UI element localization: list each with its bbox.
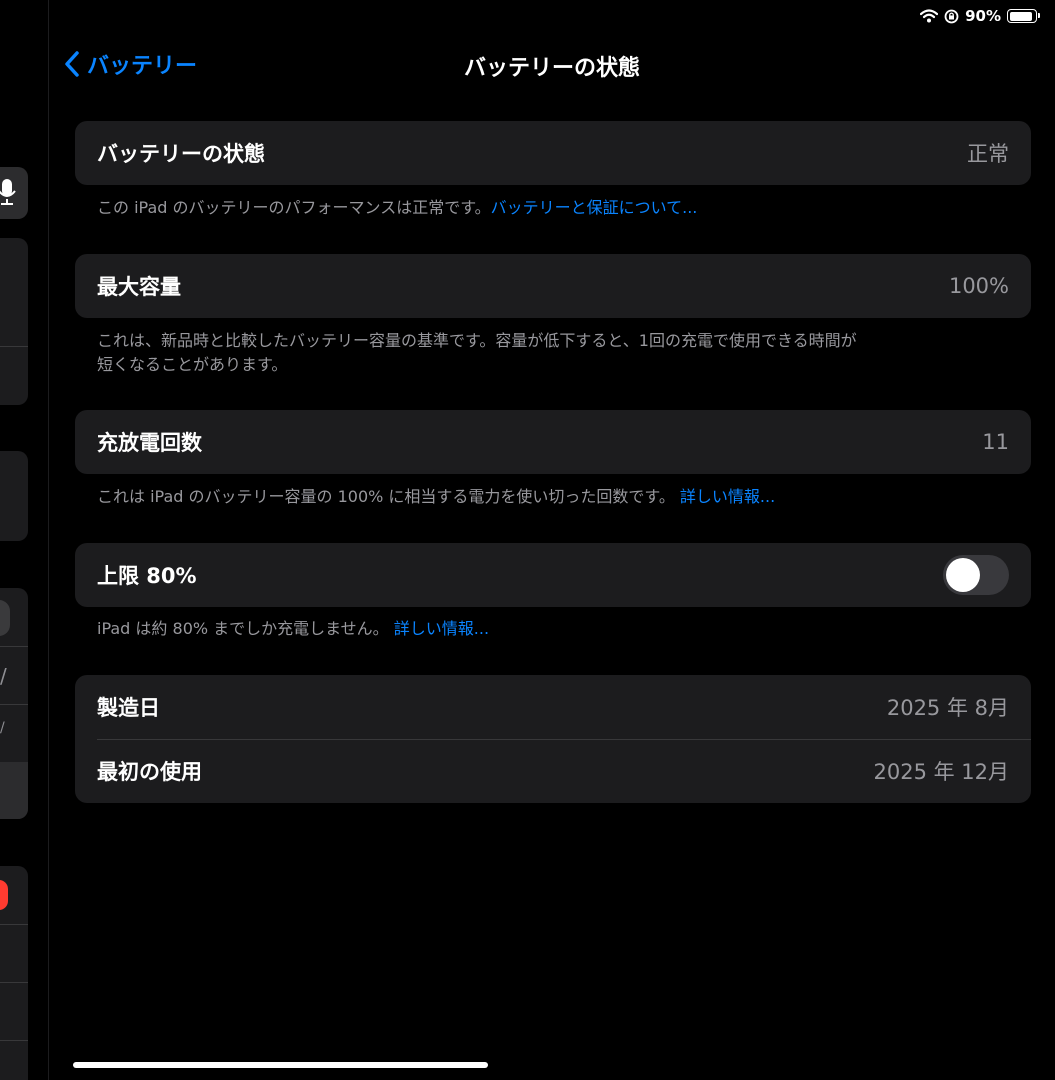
first-use-value: 2025 年 12月 <box>873 760 1009 784</box>
max-capacity-footnote: これは、新品時と比較したバッテリー容量の基準です。容量が低下すると、1回の充電で… <box>97 329 997 377</box>
status-bar: 90% <box>920 6 1040 26</box>
page-title: バッテリーの状態 <box>463 56 640 81</box>
battery-percentage: 90% <box>965 7 1001 25</box>
wifi-icon <box>920 9 939 23</box>
sidebar-group-1[interactable] <box>0 238 28 405</box>
battery-warranty-link[interactable]: バッテリーと保証について... <box>491 198 698 217</box>
manufacture-date-label: 製造日 <box>97 696 160 720</box>
manufacture-date-value: 2025 年 8月 <box>886 696 1009 720</box>
microphone-icon <box>0 179 16 205</box>
battery-fill <box>1009 11 1032 21</box>
battery-health-value: 正常 <box>967 142 1009 166</box>
charge-limit-row: 上限 80% <box>75 543 1031 607</box>
charge-limit-toggle[interactable] <box>943 555 1009 595</box>
cycle-count-more-info-link[interactable]: 詳しい情報... <box>680 487 775 506</box>
manufacture-date-row: 製造日 2025 年 8月 <box>75 675 1031 739</box>
navigation-bar: バッテリー バッテリーの状態 <box>49 40 1055 88</box>
first-use-label: 最初の使用 <box>97 760 202 784</box>
sidebar-group-2[interactable] <box>0 451 28 541</box>
charge-limit-footnote-text: iPad は約 80% までしか充電しません。 <box>97 619 389 638</box>
charge-limit-card: 上限 80% <box>75 543 1031 607</box>
charge-limit-more-info-link[interactable]: 詳しい情報... <box>394 619 489 638</box>
battery-health-row: バッテリーの状態 正常 <box>75 121 1031 185</box>
first-use-row: 最初の使用 2025 年 12月 <box>75 739 1031 803</box>
cycle-count-value: 11 <box>982 430 1009 454</box>
battery-health-card: バッテリーの状態 正常 <box>75 121 1031 185</box>
max-capacity-label: 最大容量 <box>97 275 181 299</box>
max-capacity-card: 最大容量 100% <box>75 254 1031 318</box>
charge-limit-footnote: iPad は約 80% までしか充電しません。 詳しい情報... <box>97 617 997 641</box>
cycle-count-label: 充放電回数 <box>97 431 202 455</box>
sidebar: / / <box>0 0 49 1080</box>
battery-health-footnote-text: この iPad のバッテリーのパフォーマンスは正常です。 <box>97 198 491 217</box>
max-capacity-footnote-line2: 短くなることがあります。 <box>97 355 288 374</box>
cycle-count-card: 充放電回数 11 <box>75 410 1031 474</box>
dictation-button[interactable] <box>0 167 28 219</box>
battery-health-label: バッテリーの状態 <box>97 142 265 166</box>
chevron-fragment-icon: / <box>0 664 7 688</box>
battery-health-footnote: この iPad のバッテリーのパフォーマンスは正常です。バッテリーと保証について… <box>97 196 997 220</box>
battery-icon <box>1007 9 1040 23</box>
cycle-count-footnote-text: これは iPad のバッテリー容量の 100% に相当する電力を使い切った回数で… <box>97 487 675 506</box>
charge-limit-label: 上限 80% <box>97 564 197 588</box>
max-capacity-footnote-line1: これは、新品時と比較したバッテリー容量の基準です。容量が低下すると、1回の充電で… <box>97 331 857 350</box>
cycle-count-row: 充放電回数 11 <box>75 410 1031 474</box>
chevron-fragment-icon: / <box>0 720 5 736</box>
home-indicator[interactable] <box>73 1062 488 1068</box>
sidebar-item-battery-selected[interactable] <box>0 762 28 819</box>
toggle-knob <box>946 558 980 592</box>
dates-card: 製造日 2025 年 8月 最初の使用 2025 年 12月 <box>75 675 1031 803</box>
max-capacity-row: 最大容量 100% <box>75 254 1031 318</box>
rotation-lock-icon <box>944 9 959 23</box>
max-capacity-value: 100% <box>948 274 1009 298</box>
cycle-count-footnote: これは iPad のバッテリー容量の 100% に相当する電力を使い切った回数で… <box>97 485 997 509</box>
